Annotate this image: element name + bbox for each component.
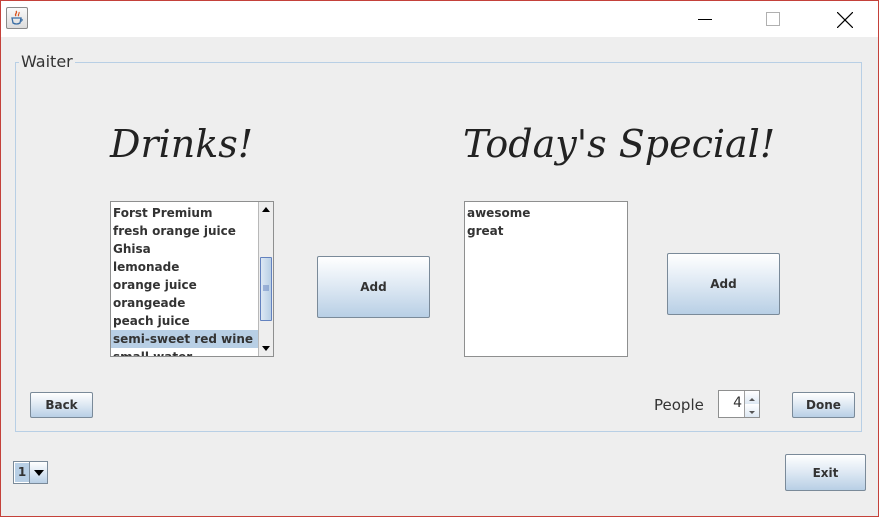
maximize-button[interactable] <box>750 2 796 36</box>
list-item[interactable]: orangeade <box>111 294 258 312</box>
spinner-down-icon <box>749 411 755 414</box>
table-select-dropdown-button[interactable] <box>29 462 47 483</box>
title-bar[interactable] <box>1 1 878 37</box>
list-item-selected[interactable]: semi-sweet red wine <box>111 330 258 348</box>
panel-title: Waiter <box>19 52 75 72</box>
specials-heading: Today's Special! <box>463 122 776 166</box>
close-icon <box>837 12 853 28</box>
scroll-up-button[interactable] <box>259 202 273 217</box>
table-select-value[interactable]: 1 <box>15 463 29 482</box>
list-item[interactable]: peach juice <box>111 312 258 330</box>
drinks-scrollbar[interactable] <box>258 202 273 356</box>
maximize-icon <box>766 12 780 26</box>
minimize-button[interactable] <box>682 2 728 36</box>
list-item[interactable]: small water <box>111 348 258 356</box>
drinks-heading: Drinks! <box>110 122 254 166</box>
minimize-icon <box>698 19 712 20</box>
spinner-down-button[interactable] <box>744 404 759 417</box>
list-item[interactable]: great <box>465 222 627 240</box>
people-spinner[interactable]: 4 <box>718 390 760 418</box>
list-item[interactable]: lemonade <box>111 258 258 276</box>
list-item[interactable]: fresh orange juice <box>111 222 258 240</box>
back-button[interactable]: Back <box>30 392 93 418</box>
list-item[interactable]: Ghisa <box>111 240 258 258</box>
exit-button[interactable]: Exit <box>785 454 866 491</box>
close-button[interactable] <box>821 2 867 36</box>
grip-icon <box>263 285 269 291</box>
add-special-button[interactable]: Add <box>667 253 780 315</box>
people-value[interactable]: 4 <box>733 395 742 411</box>
drinks-list[interactable]: Forst Premium fresh orange juice Ghisa l… <box>110 201 274 357</box>
people-label: People <box>654 396 704 414</box>
list-item[interactable]: awesome <box>465 204 627 222</box>
scroll-down-icon <box>262 346 270 351</box>
specials-list[interactable]: awesome great <box>464 201 628 357</box>
scroll-down-button[interactable] <box>259 341 273 356</box>
java-coffee-icon[interactable] <box>6 7 28 29</box>
add-drink-button[interactable]: Add <box>317 256 430 318</box>
scroll-up-icon <box>262 207 270 212</box>
done-button[interactable]: Done <box>792 392 855 418</box>
scroll-thumb[interactable] <box>260 257 272 321</box>
list-item[interactable]: orange juice <box>111 276 258 294</box>
table-select[interactable]: 1 <box>13 461 48 484</box>
chevron-down-icon <box>34 470 44 476</box>
spinner-up-button[interactable] <box>744 391 759 404</box>
list-item[interactable]: Forst Premium <box>111 204 258 222</box>
